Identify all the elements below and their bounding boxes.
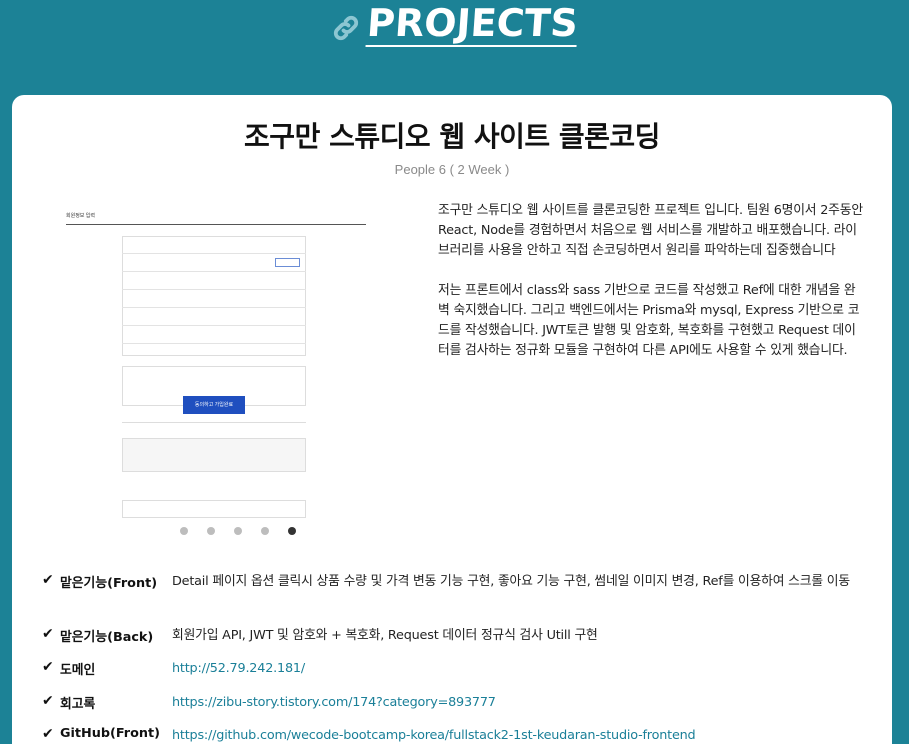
slide-form-field [122,292,306,308]
detail-label: 회고록 [60,697,96,712]
retrospective-link[interactable]: https://zibu-story.tistory.com/174?categ… [172,695,496,710]
detail-value: 회원가입 API, JWT 및 암호와 + 복호화, Request 데이터 정… [172,628,598,643]
check-icon: ✔ [42,726,54,742]
header-title-group: PROJECTS [331,1,580,48]
slide-form-field [122,238,306,254]
slide-table-box [122,500,306,518]
link-icon [333,15,359,41]
detail-label: GitHub(Front) [60,726,160,741]
slide-heading: 회원정보 입력 [66,213,95,219]
slide-verify-button [275,258,300,267]
detail-row-back: ✔ 맡은기능(Back) 회원가입 API, JWT 및 암호와 + 복호화, … [42,626,882,646]
carousel-dots [180,527,296,535]
slide-terms-box [122,438,306,472]
slide-form-field [122,274,306,290]
check-icon: ✔ [42,693,54,709]
project-title: 조구만 스튜디오 웹 사이트 클론코딩 [244,120,660,153]
carousel-dot[interactable] [288,527,296,535]
detail-row-github-front: ✔ GitHub(Front) https://github.com/wecod… [42,726,882,744]
description-paragraph: 조구만 스튜디오 웹 사이트를 클론코딩한 프로젝트 입니다. 팀원 6명이서 … [438,203,863,258]
detail-value: Detail 페이지 옵션 클릭시 상품 수량 및 가격 변동 기능 구현, 좋… [172,574,850,589]
slide-form-field [122,328,306,344]
page-header: PROJECTS [0,0,909,95]
slide-divider [122,422,306,423]
carousel-dot[interactable] [207,527,215,535]
slide-submit-button: 동의하고 가입완료 [183,396,245,414]
page-title: PROJECTS [365,1,580,47]
description-paragraph: 저는 프론트에서 class와 sass 기반으로 코드를 작성했고 Ref에 … [438,283,860,358]
slide-form-field [122,310,306,326]
carousel-dot[interactable] [180,527,188,535]
check-icon: ✔ [42,659,54,675]
detail-label: 맡은기능(Front) [60,576,158,591]
project-description: 조구만 스튜디오 웹 사이트를 클론코딩한 프로젝트 입니다. 팀원 6명이서 … [438,201,866,361]
carousel-slide-image[interactable]: 회원정보 입력 동의하고 가입완료 [52,200,376,518]
github-front-link[interactable]: https://github.com/wecode-bootcamp-korea… [172,728,696,743]
domain-link[interactable]: http://52.79.242.181/ [172,661,305,676]
detail-label: 도메인 [60,663,96,678]
detail-row-front: ✔ 맡은기능(Front) Detail 페이지 옵션 클릭시 상품 수량 및 … [42,572,882,592]
carousel-dot[interactable] [261,527,269,535]
project-card: 조구만 스튜디오 웹 사이트 클론코딩 People 6 ( 2 Week ) … [12,95,892,744]
detail-row-retrospective: ✔ 회고록 https://zibu-story.tistory.com/174… [42,693,882,713]
slide-divider [66,224,366,225]
detail-label: 맡은기능(Back) [60,630,154,645]
check-icon: ✔ [42,626,54,642]
check-icon: ✔ [42,572,54,588]
project-subtitle: People 6 ( 2 Week ) [394,162,510,177]
carousel-dot[interactable] [234,527,242,535]
detail-row-domain: ✔ 도메인 http://52.79.242.181/ [42,659,882,679]
